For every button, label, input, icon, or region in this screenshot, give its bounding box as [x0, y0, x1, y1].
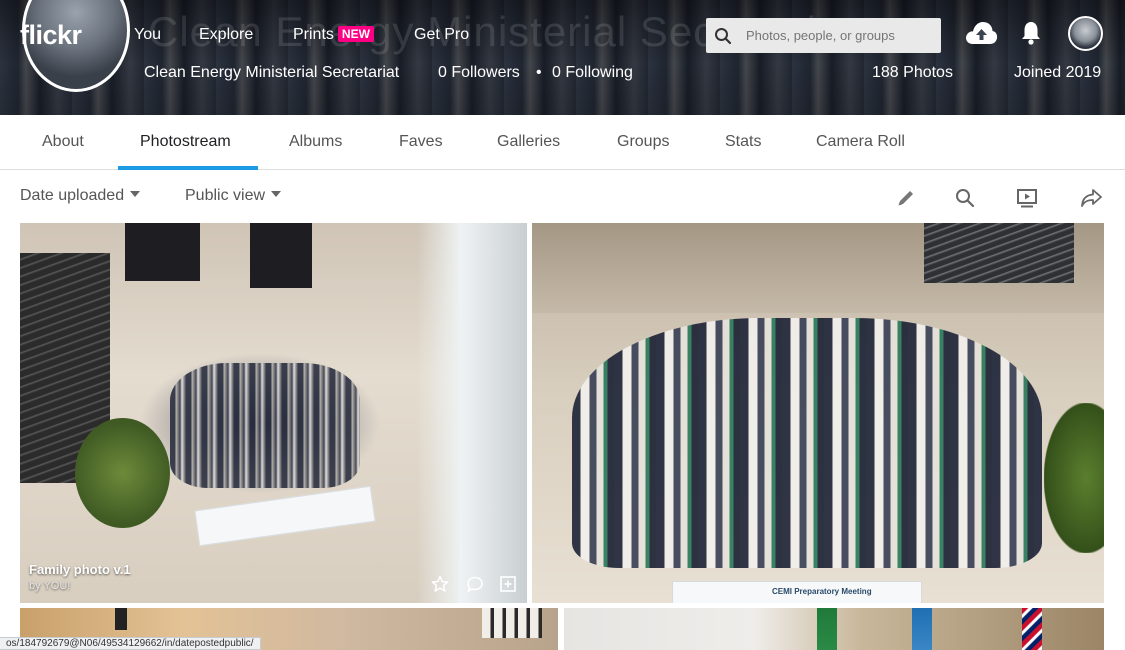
nav-prints-label: Prints	[293, 26, 334, 43]
edit-pencil-icon[interactable]	[892, 184, 920, 212]
photo-tile[interactable]	[564, 608, 1104, 650]
comment-icon[interactable]	[465, 574, 485, 594]
nav-prints[interactable]: Prints NEW	[293, 26, 374, 44]
share-icon[interactable]	[1077, 184, 1105, 212]
photo-title[interactable]: Family photo v.1	[29, 562, 131, 577]
tab-albums[interactable]: Albums	[289, 133, 342, 151]
photo-scene-glass-railing	[417, 223, 527, 603]
photo-scene-person	[115, 608, 127, 630]
profile-tabs: About Photostream Albums Faves Galleries…	[0, 115, 1125, 170]
photo-scene-crowd	[572, 318, 1042, 568]
nav-get-pro[interactable]: Get Pro	[414, 26, 469, 44]
chevron-down-icon	[130, 191, 141, 197]
search-icon[interactable]	[951, 184, 979, 212]
photo-scene-window	[250, 223, 312, 288]
photos-count: 188 Photos	[872, 64, 953, 81]
chevron-down-icon	[271, 191, 282, 197]
user-avatar[interactable]	[1068, 16, 1103, 51]
add-to-gallery-icon[interactable]	[498, 574, 518, 594]
tab-groups[interactable]: Groups	[617, 133, 669, 151]
nav-you[interactable]: You	[134, 26, 161, 44]
flag-icon	[912, 608, 932, 650]
tab-faves[interactable]: Faves	[399, 133, 443, 151]
nav-explore[interactable]: Explore	[199, 26, 253, 44]
following-count[interactable]: 0 Following	[552, 64, 633, 82]
tab-galleries[interactable]: Galleries	[497, 133, 560, 151]
flag-icon	[817, 608, 837, 650]
slideshow-icon[interactable]	[1013, 184, 1041, 212]
photo-scene-crowd	[170, 363, 360, 488]
search-icon[interactable]	[706, 18, 740, 53]
search-box[interactable]	[706, 18, 941, 53]
joined-date: Joined 2019	[1014, 64, 1102, 81]
bell-icon[interactable]	[1020, 20, 1042, 51]
photo-scene-banner	[194, 485, 376, 547]
view-dropdown[interactable]: Public view	[185, 187, 282, 205]
star-icon[interactable]	[430, 574, 450, 594]
photo-scene-tree	[75, 418, 170, 528]
tab-photostream[interactable]: Photostream	[140, 133, 231, 151]
photostream-toolbar: Date uploaded Public view	[0, 170, 1125, 222]
photo-scene-plant	[1044, 403, 1104, 553]
photo-banner-text: CEMI Preparatory Meeting	[772, 587, 872, 596]
photo-tile-group[interactable]: CEMI Preparatory Meeting	[532, 223, 1104, 603]
photo-scene-people	[482, 608, 542, 638]
tab-about[interactable]: About	[42, 133, 84, 151]
sort-dropdown-label: Date uploaded	[20, 187, 125, 204]
flag-icon	[1022, 608, 1042, 650]
tab-stats[interactable]: Stats	[725, 133, 761, 151]
photo-scene-escalator	[924, 223, 1074, 283]
photo-scene-window	[125, 223, 200, 281]
followers-count[interactable]: 0 Followers	[438, 64, 520, 82]
cover-banner: Clean Energy Ministerial Secretariat fli…	[0, 0, 1125, 115]
top-navigation: flickr You Explore Prints NEW Get Pro	[0, 0, 1125, 66]
profile-name: Clean Energy Ministerial Secretariat	[144, 64, 400, 81]
search-input[interactable]	[740, 28, 930, 43]
flickr-logo[interactable]: flickr	[20, 20, 82, 51]
upload-cloud-icon[interactable]	[964, 20, 998, 51]
sort-dropdown[interactable]: Date uploaded	[20, 187, 141, 205]
photo-owner[interactable]: by YOU!	[29, 580, 70, 592]
tab-camera-roll[interactable]: Camera Roll	[816, 133, 905, 151]
link-status-bar: os/184792679@N06/49534129662/in/datepost…	[0, 637, 261, 650]
view-dropdown-label: Public view	[185, 187, 266, 204]
follow-separator: •	[536, 64, 542, 81]
photo-tile-family-photo[interactable]: Family photo v.1 by YOU!	[20, 223, 527, 603]
new-badge: NEW	[337, 26, 374, 42]
